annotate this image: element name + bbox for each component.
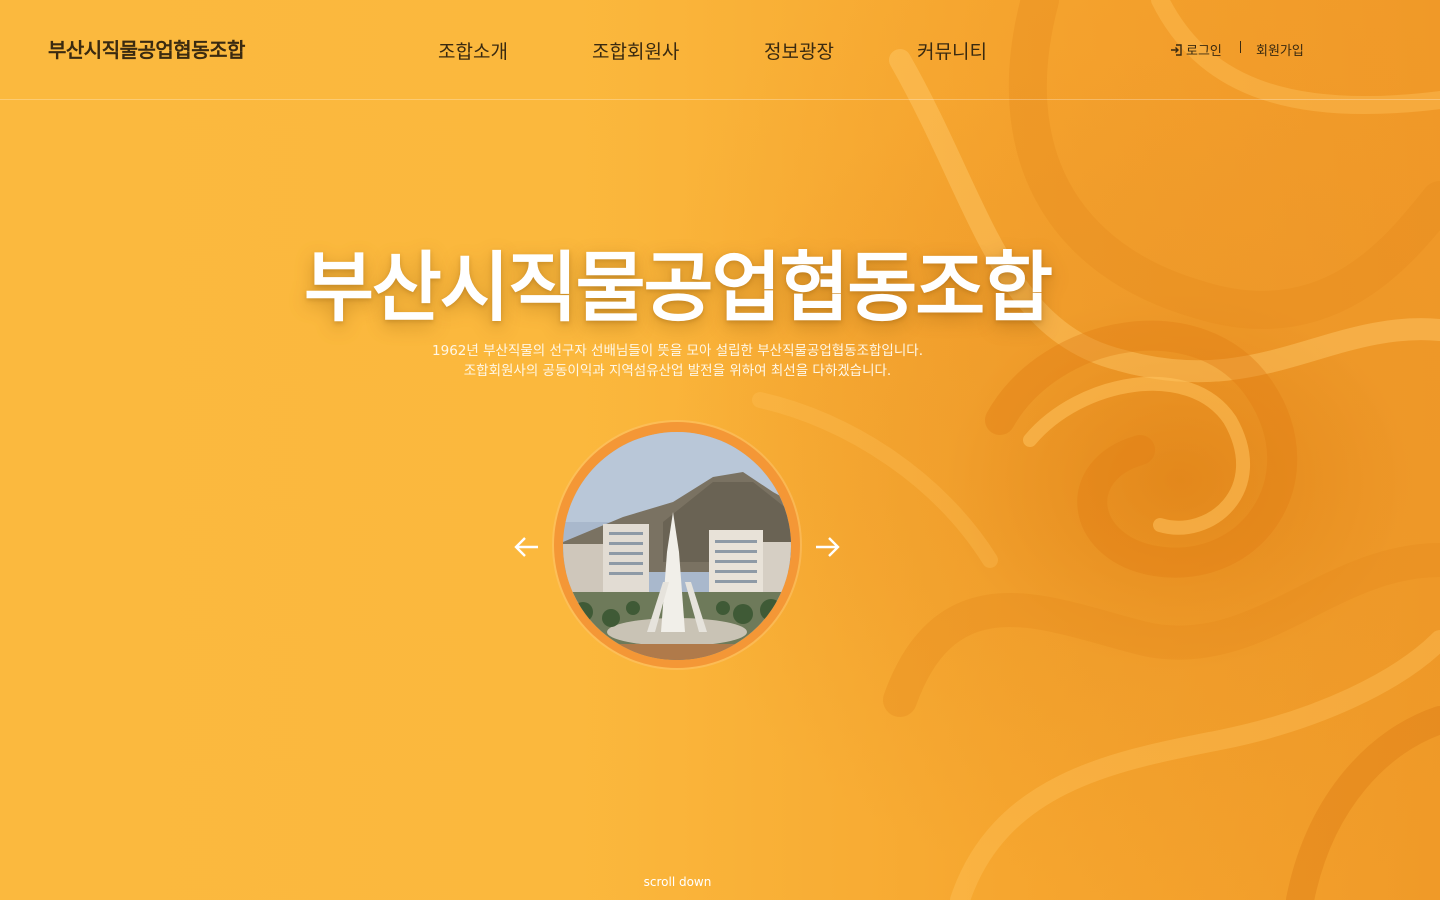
hero-description-line-2: 조합회원사의 공동이익과 지역섬유산업 발전을 위하여 최선을 다하겠습니다. <box>463 363 892 379</box>
hero-title: 부산시직물공업협동조합 <box>303 243 1053 332</box>
arrow-left-icon[interactable] <box>512 532 542 562</box>
login-label: 로그인 <box>1186 44 1222 59</box>
nav-item-info[interactable]: 정보광장 <box>764 37 834 64</box>
hero-description: 1962년 부산직물의 선구자 선배님들이 뜻을 모아 설립한 부산직물공업협동… <box>0 341 1355 381</box>
carousel-photo <box>563 432 791 660</box>
scroll-down-link[interactable]: scroll down <box>0 875 1355 889</box>
login-icon <box>1171 44 1182 56</box>
hero-description-line-1: 1962년 부산직물의 선구자 선배님들이 뜻을 모아 설립한 부산직물공업협동… <box>432 343 923 359</box>
building-photo <box>563 432 791 660</box>
site-header: 부산시직물공업협동조합 조합소개 조합회원사 정보광장 커뮤니티 로그인 회원가… <box>0 0 1440 100</box>
main-nav: 조합소개 조합회원사 정보광장 커뮤니티 <box>0 37 1440 63</box>
nav-item-about[interactable]: 조합소개 <box>438 37 508 64</box>
login-link[interactable]: 로그인 <box>1170 40 1222 59</box>
nav-item-community[interactable]: 커뮤니티 <box>917 37 987 64</box>
nav-item-members[interactable]: 조합회원사 <box>592 37 679 64</box>
arrow-right-icon[interactable] <box>812 532 842 562</box>
hero-section: 부산시직물공업협동조합 조합소개 조합회원사 정보광장 커뮤니티 로그인 회원가… <box>0 0 1440 900</box>
util-divider <box>1240 41 1241 53</box>
join-link[interactable]: 회원가입 <box>1256 40 1304 59</box>
